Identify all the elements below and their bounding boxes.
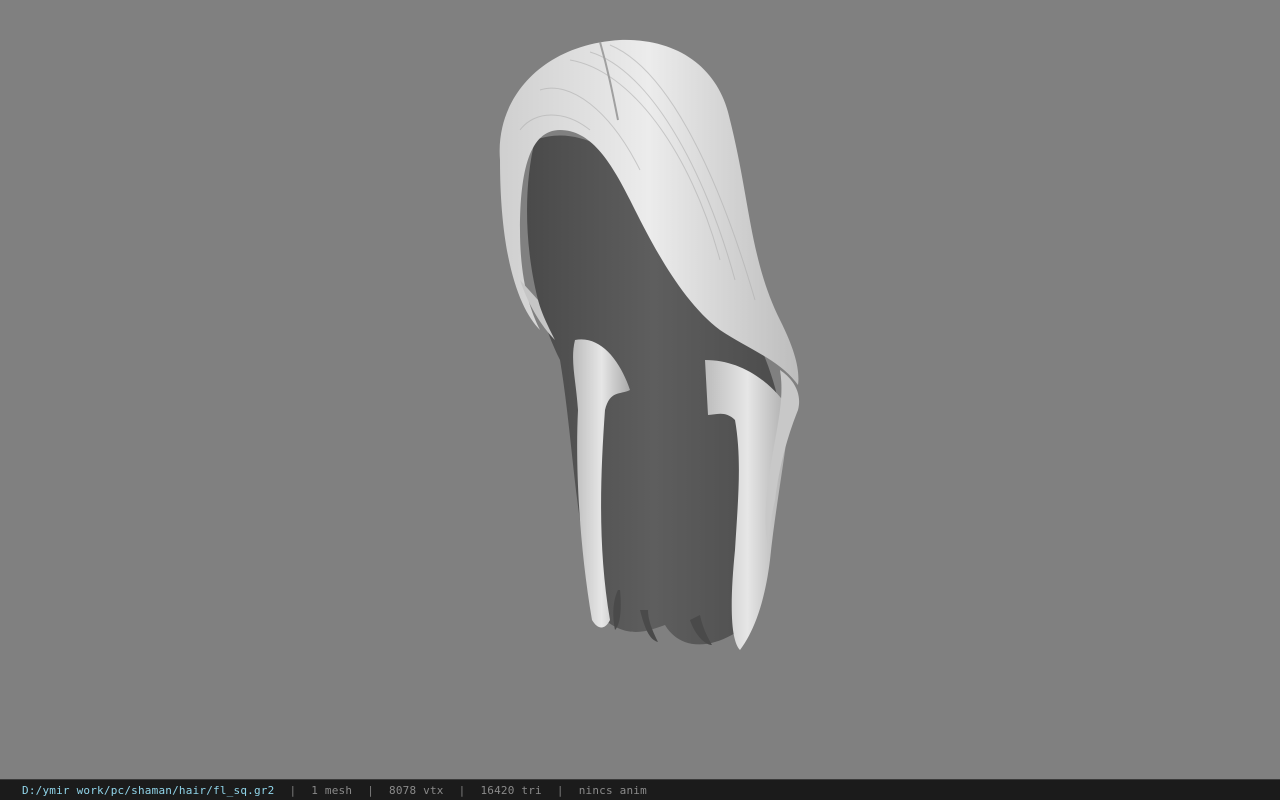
separator: | bbox=[458, 783, 466, 797]
hair-model bbox=[499, 39, 800, 650]
3d-viewport[interactable] bbox=[0, 0, 1280, 779]
mesh-count: 1 mesh bbox=[311, 783, 353, 797]
file-path: D:/ymir work/pc/shaman/hair/fl_sq.gr2 bbox=[22, 783, 275, 797]
vertex-count: 8078 vtx bbox=[389, 783, 444, 797]
separator: | bbox=[556, 783, 564, 797]
triangle-count: 16420 tri bbox=[480, 783, 542, 797]
status-bar: D:/ymir work/pc/shaman/hair/fl_sq.gr2 | … bbox=[0, 779, 1280, 800]
separator: | bbox=[289, 783, 297, 797]
separator: | bbox=[367, 783, 375, 797]
animation-status: nincs anim bbox=[578, 783, 647, 797]
